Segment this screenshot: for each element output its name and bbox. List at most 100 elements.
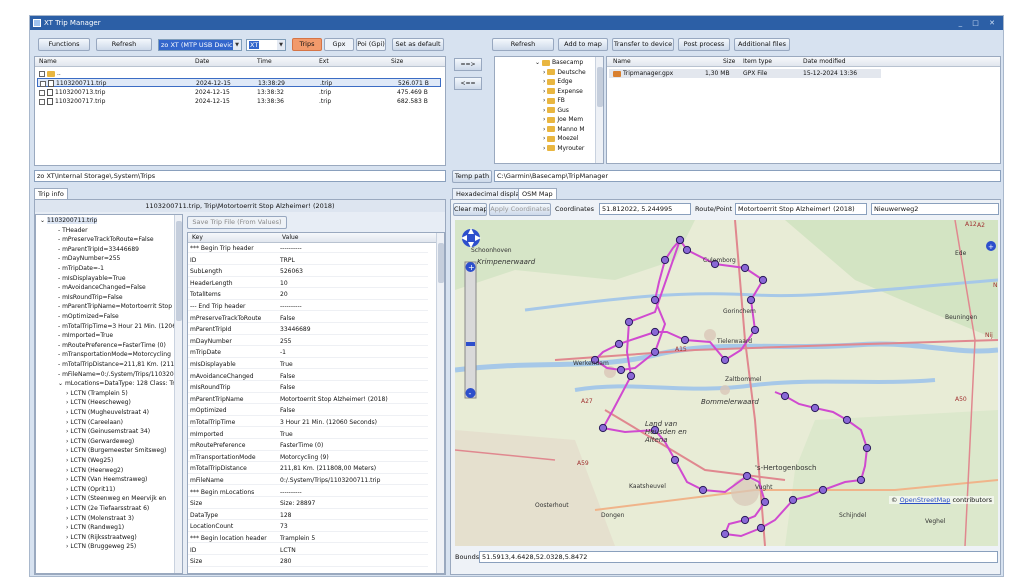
kv-row[interactable]: Size Size: 28897 — [188, 499, 428, 509]
additional-files-button[interactable]: Additional files — [734, 38, 790, 51]
waypoint-marker[interactable] — [760, 497, 770, 507]
waypoint-marker[interactable] — [756, 523, 766, 533]
waypoint-marker[interactable] — [810, 403, 820, 413]
poi-tab-button[interactable]: Poi (Gpi) — [356, 38, 386, 51]
folder-tree-item[interactable]: ⌄ Basecamp — [535, 59, 583, 67]
device-select[interactable]: zo XT (MTP USB Device) ▼ — [158, 39, 242, 51]
refresh-right-button[interactable]: Refresh — [492, 38, 554, 51]
scroll-thumb[interactable] — [597, 67, 603, 107]
tree-root[interactable]: ⌄ 1103200711.trip — [40, 217, 98, 225]
waypoint-marker[interactable] — [660, 255, 670, 265]
col-item-type[interactable]: Item type — [743, 57, 772, 67]
file-list[interactable]: Name Date Time Ext Size .. 1103200711.tr… — [34, 56, 446, 166]
tree-node[interactable]: - mFileName=0:/.System/Trips/110320 — [58, 371, 174, 379]
waypoint-marker[interactable] — [740, 515, 750, 525]
waypoint-marker[interactable] — [750, 325, 760, 335]
tree-node[interactable]: - mAvoidanceChanged=False — [58, 284, 146, 292]
table-row[interactable]: 1103200713.trip 2024-12-15 13:38:32 .tri… — [37, 88, 441, 97]
left-path-field[interactable]: zo XT\Internal Storage\.System\Trips — [34, 170, 446, 182]
kv-row[interactable]: Size 280 — [188, 557, 428, 567]
waypoint-marker[interactable] — [856, 475, 866, 485]
tree-node[interactable]: - mIsRoundTrip=False — [58, 294, 123, 302]
kv-row[interactable]: TotalItems 20 — [188, 290, 428, 300]
waypoint-marker[interactable] — [758, 275, 768, 285]
table-row[interactable]: 1103200717.trip 2024-12-15 13:38:36 .tri… — [37, 97, 441, 106]
trip-tree-scrollbar[interactable] — [174, 215, 182, 573]
tree-node[interactable]: - mPreserveTrackToRoute=False — [58, 236, 154, 244]
tree-node[interactable]: - mOptimized=False — [58, 313, 119, 321]
window-controls[interactable]: _ □ ✕ — [959, 16, 999, 30]
add-to-map-button[interactable]: Add to map — [558, 38, 608, 51]
kv-row[interactable]: *** Begin Trip header ---------- — [188, 244, 428, 254]
tree-node[interactable]: - mIsDisplayable=True — [58, 275, 126, 283]
apply-coordinates-button[interactable]: Apply Coordinates — [489, 203, 551, 216]
transfer-to-device-button[interactable]: Transfer to device — [612, 38, 674, 51]
folder-tree-item[interactable]: › Moezel — [543, 135, 578, 143]
kv-row[interactable]: mIsRoundTrip False — [188, 383, 428, 393]
clear-map-button[interactable]: Clear map — [453, 203, 487, 216]
kv-row[interactable]: mTransportationMode Motorcycling (9) — [188, 453, 428, 463]
folder-tree-item[interactable]: › Myrouter — [543, 145, 584, 153]
tree-node[interactable]: - mTripDate=-1 — [58, 265, 104, 273]
layer-switcher-icon[interactable]: + — [986, 241, 996, 251]
tab-trip-info[interactable]: Trip info — [34, 188, 68, 199]
folder-tree-item[interactable]: › Edge — [543, 78, 572, 86]
scroll-thumb[interactable] — [438, 243, 444, 283]
tree-node[interactable]: › LCTN (Bruggeweg 25) — [66, 543, 136, 551]
col-date[interactable]: Date — [195, 57, 209, 67]
kv-row[interactable]: DataType 128 — [188, 511, 428, 521]
checkbox[interactable] — [40, 80, 46, 87]
folder-tree-item[interactable]: › Expense — [543, 88, 583, 96]
folder-tree-scrollbar[interactable] — [595, 57, 603, 163]
folder-tree-item[interactable]: › Gus — [543, 107, 569, 115]
kv-row[interactable]: mRoutePreference FasterTime (0) — [188, 441, 428, 451]
waypoint-marker[interactable] — [650, 347, 660, 357]
device-number-select[interactable]: XT ▼ — [246, 39, 286, 51]
tab-hex-display[interactable]: Hexadecimal display — [452, 188, 528, 199]
chevron-down-icon[interactable]: ⌄ — [40, 217, 47, 224]
right-file-list[interactable]: Name Size Item type Date modified Tripma… — [606, 56, 1001, 164]
waypoint-marker[interactable] — [740, 263, 750, 273]
refresh-left-button[interactable]: Refresh — [96, 38, 152, 51]
kv-row[interactable]: mIsDisplayable True — [188, 360, 428, 370]
tree-node[interactable]: - mDayNumber=255 — [58, 255, 120, 263]
kv-row[interactable]: --- End Trip header ---------- — [188, 302, 428, 312]
tree-node[interactable]: - mTotalTripTime=3 Hour 21 Min. (1206 — [58, 323, 176, 331]
folder-tree-item[interactable]: › Deutsche — [543, 69, 586, 77]
kv-row[interactable]: LocationCount 73 — [188, 522, 428, 532]
waypoint-marker[interactable] — [614, 339, 624, 349]
kv-row[interactable]: mPreserveTrackToRoute False — [188, 314, 428, 323]
tree-node[interactable]: › LCTN (Weg25) — [66, 457, 113, 465]
waypoint-marker[interactable] — [818, 485, 828, 495]
kv-row[interactable]: mParentTripName Motortoerrit Stop Alzheim… — [188, 395, 428, 405]
gpx-tab-button[interactable]: Gpx — [324, 38, 354, 51]
tree-node[interactable]: - mRoutePreference=FasterTime (0) — [58, 342, 166, 350]
kv-row[interactable]: mParentTripId 33446689 — [188, 325, 428, 335]
trip-tree[interactable]: ⌄ 1103200711.trip - THeader - mPreserveTra… — [35, 214, 183, 574]
table-row[interactable]: Tripmanager.gpx 1,30 MB GPX File 15-12-2… — [609, 69, 881, 78]
kv-scrollbar[interactable] — [436, 233, 444, 573]
coordinates-input[interactable]: 51.812022, 5.244995 — [599, 203, 691, 215]
checkbox[interactable] — [39, 98, 45, 105]
tree-node[interactable]: - mTransportationMode=Motorcycling — [58, 351, 171, 359]
tree-node[interactable]: - THeader — [58, 227, 88, 235]
waypoint-marker[interactable] — [650, 327, 660, 337]
tree-node[interactable]: › LCTN (Burgemeester Smitsweg) — [66, 447, 166, 455]
tree-node[interactable]: › LCTN (Rijksstraatweg) — [66, 534, 137, 542]
folder-tree-item[interactable]: › Manno M — [543, 126, 585, 134]
kv-row[interactable]: mAvoidanceChanged False — [188, 372, 428, 381]
tree-node[interactable]: › LCTN (Gerwardeweg) — [66, 438, 134, 446]
zoom-control[interactable]: + - — [464, 261, 477, 399]
tree-node[interactable]: › LCTN (Mugheuvelstraat 4) — [66, 409, 149, 417]
kv-row[interactable]: HeaderLength 10 — [188, 279, 428, 289]
tree-node[interactable]: › LCTN (Tramplein 5) — [66, 390, 128, 398]
col-date-modified[interactable]: Date modified — [803, 57, 846, 67]
waypoint-marker[interactable] — [788, 495, 798, 505]
trips-tab-button[interactable]: Trips — [292, 38, 322, 51]
kv-row[interactable]: mImported True — [188, 430, 428, 439]
tree-node[interactable]: › LCTN (Careelaan) — [66, 419, 123, 427]
waypoint-marker[interactable] — [698, 485, 708, 495]
folder-tree[interactable]: ⌄ Basecamp › Deutsche › Edge › Expense › FB ›… — [494, 56, 604, 164]
waypoint-marker[interactable] — [720, 355, 730, 365]
kv-row[interactable]: mDayNumber 255 — [188, 337, 428, 347]
